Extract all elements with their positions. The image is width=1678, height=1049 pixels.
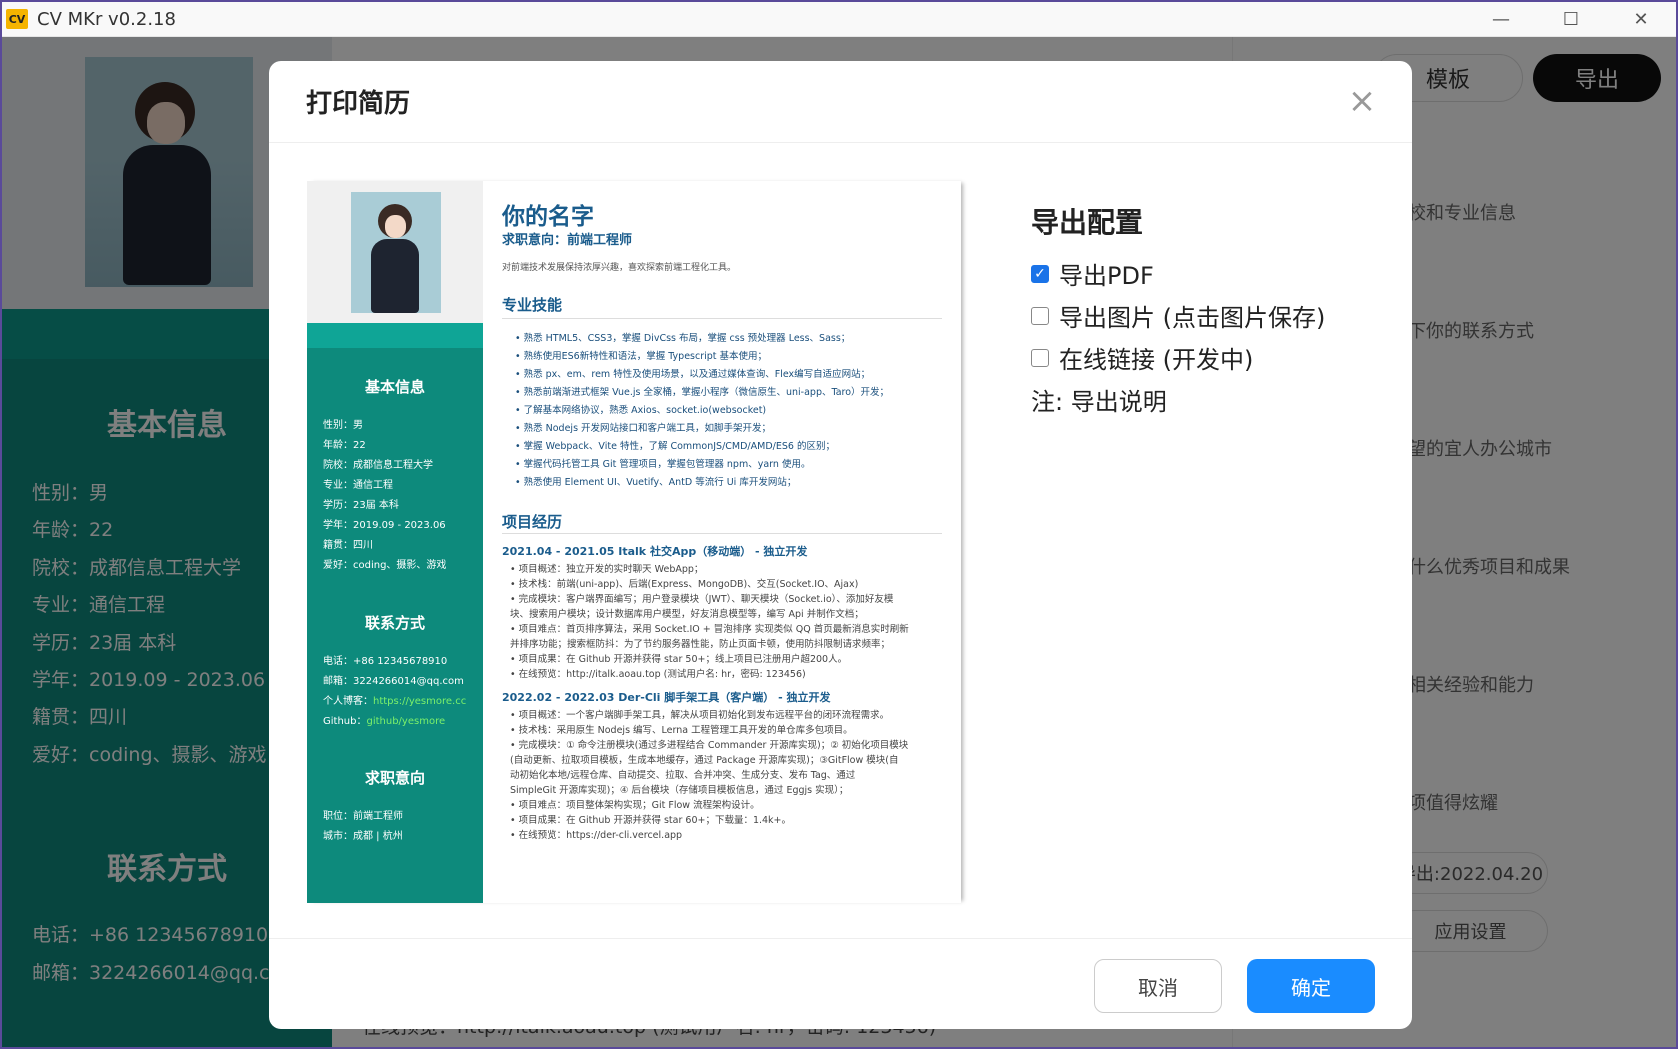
project-line: • 完成模块：① 命令注册模块(通过多进程结合 Commander 开源库实现)…	[510, 740, 909, 751]
online-link-option[interactable]: 在线链接 (开发中)	[1031, 340, 1253, 375]
skill-line: • 熟悉使用 Element UI、Vuetify、AntD 等流行 Ui 库开…	[515, 477, 797, 488]
preview-projects-heading: 项目经历	[502, 513, 563, 531]
project-line: SimpleGit 开源库实现)；④ 后台模块（存储项目模板信息，通过 Eggj…	[510, 785, 849, 796]
export-image-option[interactable]: 导出图片 (点击图片保存)	[1031, 298, 1325, 333]
print-resume-dialog: 打印简历 × 基本信息 性别：男 年龄：22 院校：成都信息工程大学 专业：通信…	[269, 61, 1412, 1029]
preview-contact-heading: 联系方式	[364, 614, 425, 632]
preview-name: 你的名字	[502, 204, 594, 230]
project-line: • 项目概述：一个客户端脚手架工具，解决从项目初始化到发布远程平台的闭环流程需求…	[510, 710, 890, 721]
skill-line: • 掌握代码托管工具 Git 管理项目，掌握包管理器 npm、yarn 使用。	[515, 459, 811, 470]
skill-line: • 熟悉 px、em、rem 特性及使用场景，以及通过媒体查询、Flex编写自适…	[515, 369, 871, 380]
app-window: CV CV MKr v0.2.18 — ☐ ✕ 基本信息 性别：男 年龄：22 …	[2, 2, 1676, 1047]
project-line: • 在线预览：http://italk.aoau.top (测试用户名: hr，…	[510, 669, 806, 680]
confirm-button[interactable]: 确定	[1247, 959, 1375, 1013]
project-line: • 项目成果：在 Github 开源并获得 star 60+；下载量：1.4k+…	[510, 815, 792, 826]
export-pdf-option[interactable]: ✓ 导出PDF	[1031, 256, 1154, 291]
resume-preview[interactable]: 基本信息 性别：男 年龄：22 院校：成都信息工程大学 专业：通信工程 学历：2…	[307, 181, 961, 903]
skill-line: • 熟悉 Nodejs 开发网站接口和客户端工具，如脚手架开发；	[515, 423, 772, 434]
project-line: • 项目概述：独立开发的实时聊天 WebApp；	[510, 564, 704, 575]
preview-basic-heading: 基本信息	[364, 378, 425, 396]
project-title: 2021.04 - 2021.05 Italk 社交App（移动端） - 独立开…	[502, 545, 808, 558]
skill-line: • 熟悉 HTML5、CSS3，掌握 DivCss 布局，掌握 css 预处理器…	[515, 333, 851, 344]
project-line: • 技术栈：采用原生 Nodejs 编写、Lerna 工程管理工具开发的单仓库多…	[510, 725, 853, 736]
project-title: 2022.02 - 2022.03 Der-Cli 脚手架工具（客户端） - 独…	[502, 691, 831, 704]
skill-line: • 掌握 Webpack、Vite 特性，了解 CommonJS/CMD/AMD…	[515, 441, 835, 452]
preview-intro: 对前端技术发展保持浓厚兴趣，喜欢探索前端工程化工具。	[502, 263, 737, 273]
preview-basic-line: 学历：23届 本科	[323, 500, 399, 511]
preview-sidebar: 基本信息 性别：男 年龄：22 院校：成都信息工程大学 专业：通信工程 学历：2…	[307, 181, 483, 903]
project-line: • 项目难点：首页排序算法，采用 Socket.IO + 冒泡排序 实现类似 Q…	[510, 624, 909, 635]
preview-contact-line: Github：github/yesmore	[323, 716, 446, 727]
github-link[interactable]: github/yesmore	[366, 716, 445, 727]
export-note: 注: 导出说明	[1031, 388, 1167, 416]
maximize-button[interactable]: ☐	[1536, 2, 1606, 37]
cancel-button[interactable]: 取消	[1094, 959, 1222, 1013]
skill-line: • 熟悉前端渐进式框架 Vue.js 全家桶，掌握小程序（微信原生、uni-ap…	[515, 387, 890, 398]
project-line: • 技术栈：前端(uni-app)、后端(Express、MongoDB)、交互…	[510, 579, 859, 590]
project-line: 块、搜索用户模块；设计数据库用户模型，好友消息模型等，编写 Api 并制作文档；	[510, 609, 864, 620]
preview-basic-line: 爱好：coding、摄影、游戏	[323, 560, 447, 571]
minimize-button[interactable]: —	[1466, 2, 1536, 37]
project-line: 并排序功能；搜索框防抖：为了节约服务器性能，防止页面卡顿，使用防抖限制请求频率；	[510, 639, 891, 650]
preview-intent-line: 城市：成都 | 杭州	[323, 831, 403, 842]
window-title: CV MKr v0.2.18	[37, 8, 176, 30]
config-title: 导出配置	[1031, 206, 1144, 239]
preview-contact-line: 电话：+86 12345678910	[323, 656, 448, 667]
blog-link[interactable]: https://yesmore.cc	[373, 696, 466, 707]
preview-basic-line: 学年：2019.09 - 2023.06	[323, 520, 446, 531]
preview-basic-line: 性别：男	[323, 420, 363, 431]
title-bar: CV CV MKr v0.2.18 — ☐ ✕	[2, 2, 1676, 37]
app-logo-icon: CV	[6, 9, 28, 29]
project-line: • 项目难点：项目整体架构实现；Git Flow 流程架构设计。	[510, 800, 760, 811]
preview-skills-heading: 专业技能	[502, 296, 563, 314]
checkbox-icon[interactable]	[1031, 306, 1049, 325]
dialog-title: 打印简历	[306, 89, 411, 119]
preview-intent-heading: 求职意向	[364, 769, 425, 787]
project-line: (自动更新、拉取项目模板，生成本地缓存，通过 Package 开源库实现)；③G…	[510, 755, 899, 766]
project-line: 动初始化本地/远程仓库、自动提交、拉取、合并冲突、生成分支、发布 Tag、通过	[510, 770, 856, 781]
preview-avatar	[351, 192, 441, 313]
skill-line: • 熟练使用ES6新特性和语法，掌握 Typescript 基本使用；	[515, 351, 768, 362]
close-window-button[interactable]: ✕	[1606, 2, 1676, 37]
preview-job-intent: 求职意向：前端工程师	[502, 233, 633, 248]
project-line: • 在线预览：https://der-cli.vercel.app	[510, 830, 683, 841]
preview-intent-line: 职位：前端工程师	[323, 811, 403, 822]
preview-contact-line: 个人博客：https://yesmore.cc	[323, 696, 467, 707]
preview-basic-line: 籍贯：四川	[323, 540, 373, 551]
preview-basic-line: 院校：成都信息工程大学	[323, 460, 433, 471]
close-icon[interactable]: ×	[1344, 81, 1380, 121]
export-config: 导出配置 ✓ 导出PDF 导出图片 (点击图片保存) 在线链接 (开发中) 注:…	[1031, 201, 1325, 416]
preview-basic-line: 年龄：22	[323, 440, 366, 451]
checkbox-checked-icon[interactable]: ✓	[1031, 264, 1049, 283]
preview-contact-line: 邮箱：3224266014@qq.com	[323, 676, 464, 687]
skill-line: • 了解基本网络协议，熟悉 Axios、socket.io(websocket)	[515, 405, 767, 416]
project-line: • 完成模块：客户端界面编写；用户登录模块（JWT）、聊天模块（Socket.i…	[510, 594, 894, 605]
project-line: • 项目成果：在 Github 开源并获得 star 50+；线上项目已注册用户…	[510, 654, 848, 665]
checkbox-icon[interactable]	[1031, 348, 1049, 367]
preview-basic-line: 专业：通信工程	[323, 480, 393, 491]
